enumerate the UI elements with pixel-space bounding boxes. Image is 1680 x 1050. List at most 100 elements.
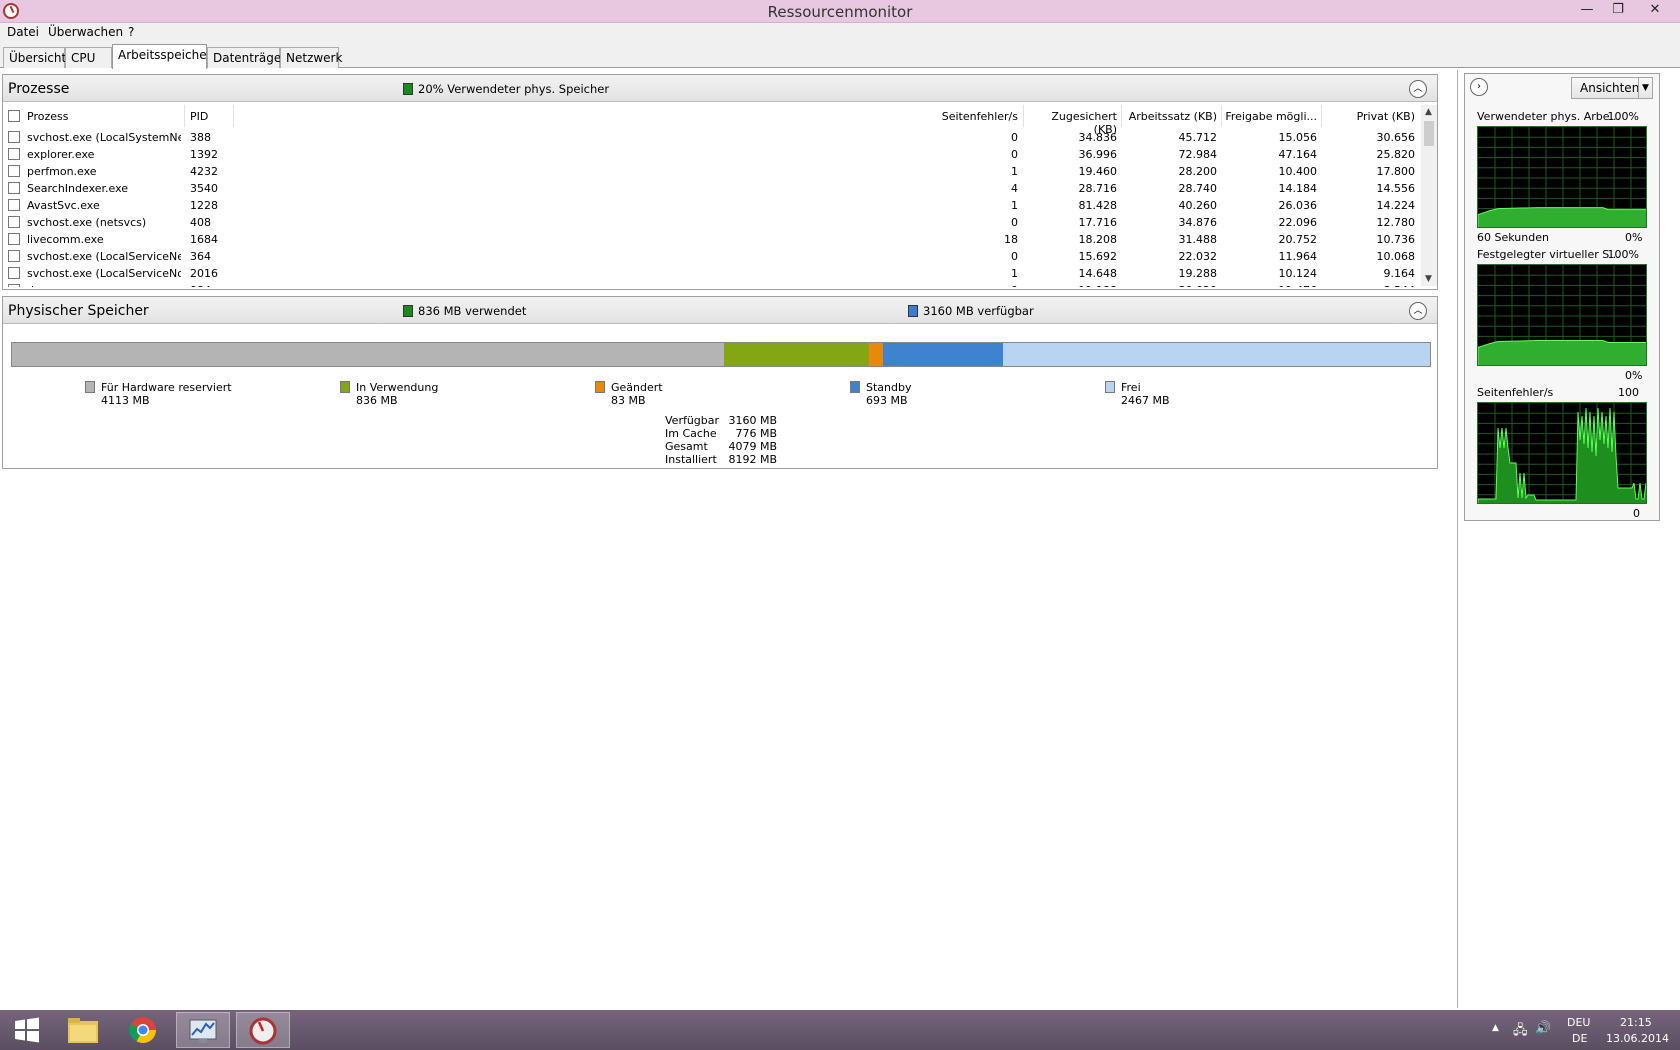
process-row[interactable]: livecomm.exe 1684 18 18.208 31.488 20.752 10.7… bbox=[3, 231, 1421, 248]
process-checkbox[interactable] bbox=[8, 250, 20, 262]
clock-time[interactable]: 21:15 bbox=[1620, 1016, 1652, 1029]
process-pid: 388 bbox=[190, 131, 211, 144]
process-list-scrollbar[interactable]: ▲ ▼ bbox=[1421, 105, 1437, 286]
col-zugesichert[interactable]: Zugesichert (KB) bbox=[1025, 110, 1117, 136]
col-divider[interactable] bbox=[184, 105, 185, 127]
process-checkbox[interactable] bbox=[8, 165, 20, 177]
taskbar-explorer[interactable] bbox=[56, 1012, 110, 1048]
tray-expand-icon[interactable]: ▲ bbox=[1492, 1023, 1499, 1033]
menu-datei[interactable]: Datei bbox=[7, 25, 39, 39]
col-prozess[interactable]: Prozess bbox=[27, 110, 68, 124]
process-value: 1 bbox=[1011, 199, 1018, 212]
taskbar-perfmon[interactable] bbox=[176, 1012, 230, 1048]
process-checkbox[interactable] bbox=[8, 216, 20, 228]
process-row[interactable]: SearchIndexer.exe 3540 4 28.716 28.740 14.184… bbox=[3, 180, 1421, 197]
legend-label: In Verwendung bbox=[356, 381, 439, 394]
col-privat[interactable]: Privat (KB) bbox=[1323, 110, 1415, 124]
graph-physical-memory bbox=[1477, 126, 1647, 228]
processes-section: Prozesse 20% Verwendeter phys. Speicher … bbox=[2, 74, 1438, 290]
taskbar: ▲ 🖧 🔊 DEU DE 21:15 13.06.2014 bbox=[0, 1010, 1680, 1050]
process-row[interactable]: svchost.exe (LocalServiceNet... 364 0 15.69… bbox=[3, 248, 1421, 265]
tab-uebersicht[interactable]: Übersicht bbox=[3, 47, 66, 68]
process-checkbox[interactable] bbox=[8, 233, 20, 245]
tab-datentraeger[interactable]: Datenträger bbox=[207, 47, 286, 68]
process-value: 0 bbox=[1011, 148, 1018, 161]
select-all-checkbox[interactable] bbox=[8, 110, 20, 122]
col-divider[interactable] bbox=[1321, 105, 1322, 127]
taskbar-chrome[interactable] bbox=[116, 1012, 170, 1048]
expand-panel-button[interactable]: › bbox=[1470, 78, 1488, 96]
process-value: 14.648 bbox=[1078, 267, 1118, 280]
process-value: 72.984 bbox=[1178, 148, 1218, 161]
memory-bar-frame bbox=[11, 342, 1431, 367]
process-value: 10.736 bbox=[1376, 233, 1416, 246]
processes-title: Prozesse bbox=[8, 81, 70, 97]
graph-page-faults bbox=[1477, 402, 1647, 504]
process-row[interactable]: svchost.exe (netsvcs) 408 0 17.716 34.876 22.… bbox=[3, 214, 1421, 231]
process-row[interactable]: perfmon.exe 4232 1 19.460 28.200 10.400 17.800 bbox=[3, 163, 1421, 180]
process-name: dwm.exe bbox=[27, 284, 181, 287]
collapse-physical-button[interactable]: ︿ bbox=[1409, 302, 1427, 320]
process-value: 11.476 bbox=[1223, 284, 1318, 287]
close-button[interactable]: ✕ bbox=[1640, 0, 1670, 22]
graph3-min: 0 bbox=[1633, 507, 1640, 520]
input-language[interactable]: DEU bbox=[1567, 1016, 1590, 1029]
col-seitenfehler[interactable]: Seitenfehler/s bbox=[903, 110, 1018, 124]
process-value: 31.488 bbox=[1178, 233, 1218, 246]
process-pid: 4232 bbox=[190, 165, 218, 178]
restore-button[interactable]: ❐ bbox=[1603, 0, 1633, 22]
views-dropdown-icon[interactable]: ▼ bbox=[1638, 78, 1652, 98]
col-divider[interactable] bbox=[1023, 105, 1024, 127]
col-freigabe[interactable]: Freigabe mögli... bbox=[1223, 110, 1317, 124]
process-value: 1 bbox=[1011, 267, 1018, 280]
process-value: 0 bbox=[1011, 131, 1018, 144]
views-button[interactable]: Ansichten ▼ bbox=[1571, 77, 1653, 99]
start-button[interactable] bbox=[0, 1012, 54, 1048]
free-swatch bbox=[908, 305, 918, 317]
process-name: svchost.exe (netsvcs) bbox=[27, 216, 147, 229]
process-row[interactable]: svchost.exe (LocalServiceNo... 2016 1 14.64… bbox=[3, 265, 1421, 282]
collapse-processes-button[interactable]: ︿ bbox=[1409, 80, 1427, 98]
process-row[interactable]: explorer.exe 1392 0 36.996 72.984 47.164 25.82… bbox=[3, 146, 1421, 163]
clock-date[interactable]: 13.06.2014 bbox=[1606, 1032, 1669, 1045]
process-checkbox[interactable] bbox=[8, 131, 20, 143]
physical-memory-header[interactable]: Physischer Speicher 836 MB verwendet 316… bbox=[3, 297, 1437, 324]
col-arbeitssatz[interactable]: Arbeitssatz (KB) bbox=[1123, 110, 1217, 124]
minimize-button[interactable]: — bbox=[1572, 0, 1602, 22]
process-value: 20.752 bbox=[1278, 233, 1318, 246]
col-divider[interactable] bbox=[233, 105, 234, 127]
process-row[interactable]: svchost.exe (LocalSystemNet... 388 0 34.836… bbox=[3, 129, 1421, 146]
scroll-down-arrow[interactable]: ▼ bbox=[1425, 274, 1432, 284]
graph1-max: 100% bbox=[1607, 110, 1639, 123]
network-icon[interactable]: 🖧 bbox=[1513, 1021, 1528, 1043]
process-value: 28.740 bbox=[1178, 182, 1218, 195]
process-row[interactable]: AvastSvc.exe 1228 1 81.428 40.260 26.036 14.22… bbox=[3, 197, 1421, 214]
input-language-sub[interactable]: DE bbox=[1572, 1032, 1587, 1045]
col-divider[interactable] bbox=[1121, 105, 1122, 127]
process-value: 18 bbox=[1004, 233, 1018, 246]
processes-header[interactable]: Prozesse 20% Verwendeter phys. Speicher … bbox=[3, 75, 1437, 102]
legend-label: Standby bbox=[866, 381, 912, 394]
scroll-up-arrow[interactable]: ▲ bbox=[1425, 107, 1432, 117]
volume-icon[interactable]: 🔊 bbox=[1535, 1021, 1551, 1036]
menu-help[interactable]: ? bbox=[128, 25, 134, 39]
process-checkbox[interactable] bbox=[8, 148, 20, 160]
process-checkbox[interactable] bbox=[8, 182, 20, 194]
process-checkbox[interactable] bbox=[8, 199, 20, 211]
tab-netzwerk[interactable]: Netzwerk bbox=[280, 47, 342, 68]
tab-arbeitsspeicher[interactable]: Arbeitsspeicher bbox=[112, 44, 212, 69]
process-checkbox[interactable] bbox=[8, 284, 20, 287]
process-checkbox[interactable] bbox=[8, 267, 20, 279]
col-divider[interactable] bbox=[1221, 105, 1222, 127]
taskbar-resource-monitor[interactable] bbox=[236, 1012, 290, 1048]
scroll-thumb[interactable] bbox=[1424, 121, 1434, 146]
menu-ueberwachen[interactable]: Überwachen bbox=[48, 25, 123, 39]
used-memory-swatch bbox=[403, 83, 413, 95]
free-info: 3160 MB verfügbar bbox=[908, 304, 1034, 318]
tab-cpu[interactable]: CPU bbox=[65, 47, 112, 68]
process-row[interactable]: dwm.exe 984 0 11.188 30.020 11.476 8.544 bbox=[3, 282, 1421, 287]
col-pid[interactable]: PID bbox=[190, 110, 208, 124]
process-pid: 1392 bbox=[190, 148, 218, 161]
legend-value: 2467 MB bbox=[1121, 394, 1170, 407]
title-bar: Ressourcenmonitor — ❐ ✕ bbox=[0, 0, 1680, 23]
